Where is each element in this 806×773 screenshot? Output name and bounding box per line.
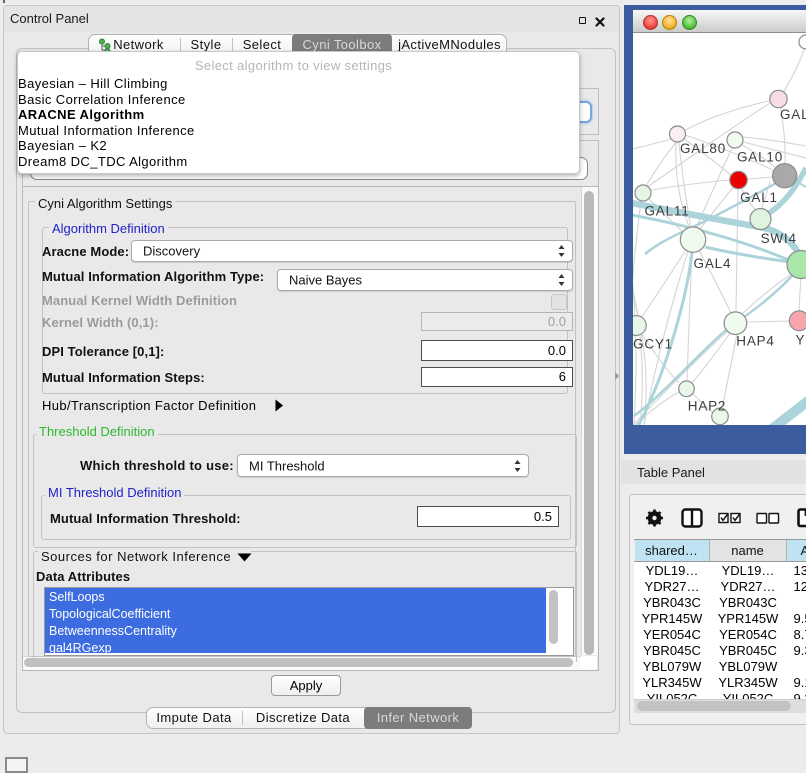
svg-text:GAL7: GAL7 [780,107,806,122]
svg-text:GAL80: GAL80 [680,141,726,156]
svg-text:HAP2: HAP2 [688,399,726,414]
svg-text:YM: YM [796,333,806,348]
svg-text:GAL11: GAL11 [644,204,689,219]
svg-text:GAL1: GAL1 [740,190,778,205]
svg-text:HAP4: HAP4 [736,334,774,349]
svg-text:SWI4: SWI4 [761,231,797,246]
svg-text:GCY1: GCY1 [633,337,673,352]
svg-text:GAL10: GAL10 [737,150,783,165]
svg-text:GAL4: GAL4 [694,256,732,271]
